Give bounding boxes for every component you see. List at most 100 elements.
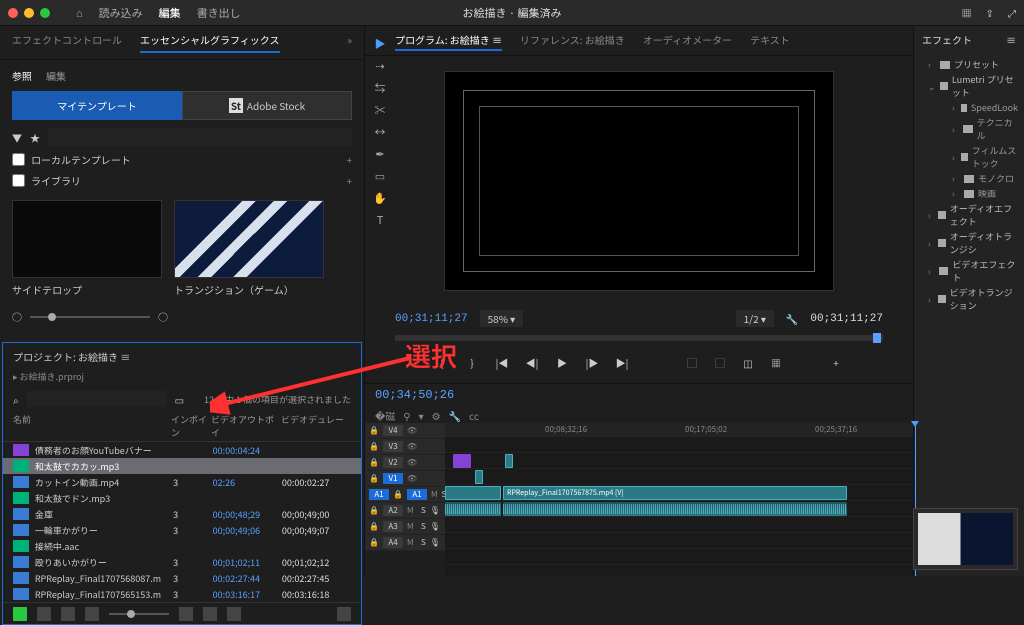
minimize-window[interactable] — [24, 8, 34, 18]
reference-monitor-tab[interactable]: リファレンス: お絵描き — [520, 32, 625, 51]
settings-icon[interactable]: ⚙ — [432, 408, 441, 423]
add-folder-icon[interactable]: + — [346, 152, 352, 167]
timecode-right[interactable]: 00;31;11;27 — [810, 313, 883, 325]
timecode-left[interactable]: 00;31;11;27 — [395, 313, 468, 325]
library-checkbox[interactable] — [12, 174, 25, 187]
text-panel-tab[interactable]: テキスト — [750, 32, 790, 51]
comparison-icon[interactable]: ▦ — [767, 355, 785, 373]
maximize-window[interactable] — [40, 8, 50, 18]
project-item[interactable]: カットイン動画.mp4302:2600:00:02:27 — [3, 474, 361, 490]
project-item[interactable]: RPReplay_Final1707568087.m300:02:27:4400… — [3, 570, 361, 586]
marker-icon[interactable]: ▾ — [419, 408, 424, 423]
wrench-icon[interactable]: 🔧 — [449, 408, 461, 423]
project-item[interactable]: RPReplay_Final1707565153.m300:03:16:1700… — [3, 586, 361, 602]
fx-preset-item[interactable]: ›モノクロ — [920, 171, 1018, 186]
pen-tool-icon[interactable]: ✒ — [372, 146, 388, 162]
project-item[interactable]: 殴りあいかがりー300;01;02;1100;01;02;12 — [3, 554, 361, 570]
template-search-input[interactable] — [48, 128, 352, 146]
selection-tool-icon[interactable]: ▶ — [372, 36, 388, 52]
fx-preset-item[interactable]: ›テクニカル — [920, 115, 1018, 143]
panel-menu-icon[interactable]: » — [347, 32, 352, 53]
filter-icon[interactable]: ▼ — [12, 130, 22, 145]
my-templates-button[interactable]: マイテンプレート — [12, 91, 182, 120]
adobe-stock-button[interactable]: StAdobe Stock — [182, 91, 352, 120]
fx-preset-item[interactable]: ›SpeedLook — [920, 100, 1018, 115]
button-editor-icon[interactable]: + — [827, 355, 845, 373]
timeline-timecode[interactable]: 00;34;50;26 — [375, 388, 454, 402]
audio-clip[interactable] — [503, 502, 847, 516]
template-thumb-1[interactable]: サイドテロップ — [12, 200, 162, 297]
new-bin-icon[interactable] — [227, 607, 241, 621]
trash-icon[interactable] — [337, 607, 351, 621]
track-header[interactable]: 🔒V1👁 — [365, 471, 445, 487]
go-to-out-icon[interactable]: ▶| — [613, 355, 631, 373]
project-item[interactable]: 一輪車かがりー300;00;49;0600;00;49;07 — [3, 522, 361, 538]
fx-video-transitions[interactable]: ›ビデオトランジション — [920, 285, 1018, 313]
track-header[interactable]: 🔒A4MS🎙 — [365, 535, 445, 551]
project-item[interactable]: 債務者のお顔YouTubeバナー00:00:04:24 — [3, 442, 361, 458]
fx-audio-effects[interactable]: ›オーディオエフェクト — [920, 201, 1018, 229]
fullscreen-icon[interactable]: ⤢ — [1008, 5, 1016, 20]
eg-edit-tab[interactable]: 編集 — [46, 68, 66, 83]
wrench-icon[interactable]: 🔧 — [786, 311, 798, 326]
extract-icon[interactable]: ⬚ — [711, 355, 729, 373]
mark-out-icon[interactable]: } — [463, 355, 481, 373]
find-icon[interactable] — [203, 607, 217, 621]
thumb-size-slider[interactable] — [30, 316, 150, 318]
type-tool-icon[interactable]: T — [372, 212, 388, 228]
track-select-tool-icon[interactable]: ⇢ — [372, 58, 388, 74]
share-icon[interactable]: ⇪ — [986, 5, 994, 20]
audio-clip[interactable] — [445, 502, 501, 516]
zoom-level[interactable]: 58% ▾ — [480, 310, 524, 327]
sort-icon[interactable] — [179, 607, 193, 621]
template-thumb-2[interactable]: トランジション（ゲーム） — [174, 200, 324, 297]
close-window[interactable] — [8, 8, 18, 18]
bin-icon[interactable]: ▭ — [175, 392, 184, 407]
playback-resolution[interactable]: 1/2 ▾ — [736, 310, 774, 327]
project-panel-title[interactable]: プロジェクト: お絵描き ≡ — [3, 343, 361, 370]
clip[interactable] — [475, 470, 483, 484]
project-item[interactable]: 和太鼓でドン.mp3 — [3, 490, 361, 506]
rectangle-tool-icon[interactable]: ▭ — [372, 168, 388, 184]
slip-tool-icon[interactable]: ↔ — [372, 124, 388, 140]
step-forward-icon[interactable]: |▶ — [583, 355, 601, 373]
tab-export[interactable]: 書き出し — [197, 5, 241, 21]
fx-video-effects[interactable]: ›ビデオエフェクト — [920, 257, 1018, 285]
add-library-icon[interactable]: + — [346, 173, 352, 188]
freeform-view-icon[interactable] — [85, 607, 99, 621]
tab-import[interactable]: 読み込み — [99, 5, 143, 21]
fx-preset-item[interactable]: ›フィルムストック — [920, 143, 1018, 171]
go-to-in-icon[interactable]: |◀ — [493, 355, 511, 373]
track-header[interactable]: 🔒V3👁 — [365, 439, 445, 455]
fx-lumetri[interactable]: ⌄Lumetri プリセット — [920, 72, 1018, 100]
tab-effect-controls[interactable]: エフェクトコントロール — [12, 32, 122, 53]
clip[interactable]: RPReplay_Final1707567875.mp4 [V] — [503, 486, 847, 500]
picture-in-picture-thumbnail[interactable] — [913, 508, 1018, 570]
monitor-scrubber[interactable] — [395, 335, 883, 341]
audio-meter-tab[interactable]: オーディオメーター — [643, 32, 732, 51]
local-templates-checkbox[interactable] — [12, 153, 25, 166]
eg-browse-tab[interactable]: 参照 — [12, 68, 32, 83]
project-search-input[interactable] — [27, 391, 167, 407]
ripple-tool-icon[interactable]: ⇆ — [372, 80, 388, 96]
track-header[interactable]: 🔒V2👁 — [365, 455, 445, 471]
track-header[interactable]: A1🔒A1MS🎙 — [365, 487, 445, 503]
list-view-icon[interactable] — [37, 607, 51, 621]
workspace-icon[interactable]: ▦ — [962, 5, 972, 20]
fx-audio-transitions[interactable]: ›オーディオトランジシ — [920, 229, 1018, 257]
new-item-icon[interactable] — [13, 607, 27, 621]
tab-essential-graphics[interactable]: エッセンシャルグラフィックス — [140, 32, 280, 53]
favorite-icon[interactable]: ★ — [30, 130, 40, 145]
zoom-slider[interactable] — [109, 613, 169, 615]
track-header[interactable]: 🔒A2MS🎙 — [365, 503, 445, 519]
tab-edit[interactable]: 編集 — [159, 5, 181, 21]
track-header[interactable]: 🔒V4👁 — [365, 423, 445, 439]
link-icon[interactable]: ⚲ — [403, 408, 410, 423]
razor-tool-icon[interactable]: ✂ — [372, 102, 388, 118]
program-monitor[interactable] — [444, 71, 834, 291]
project-item[interactable]: 接続中.aac — [3, 538, 361, 554]
step-back-icon[interactable]: ◀| — [523, 355, 541, 373]
home-icon[interactable]: ⌂ — [76, 5, 83, 21]
snap-icon[interactable]: �磁 — [375, 408, 395, 423]
export-frame-icon[interactable]: ◫ — [739, 355, 757, 373]
